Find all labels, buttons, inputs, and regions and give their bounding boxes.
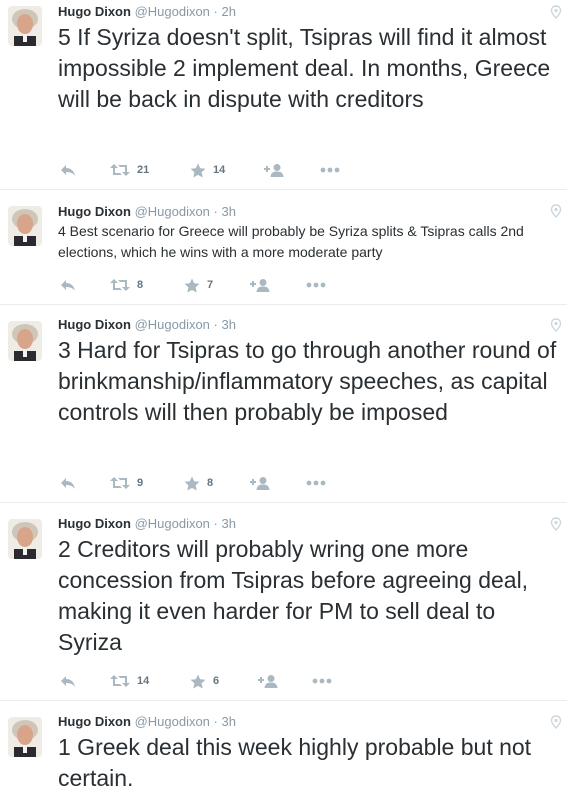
author-name[interactable]: Hugo Dixon xyxy=(58,714,131,729)
author-name[interactable]: Hugo Dixon xyxy=(58,4,131,19)
separator: · xyxy=(213,714,218,729)
separator: · xyxy=(213,4,218,19)
tweet-text: 1 Greek deal this week highly probable b… xyxy=(58,734,532,791)
tweet-text: 3 Hard for Tsipras to go through another… xyxy=(58,337,557,425)
retweet-button[interactable]: 9 xyxy=(110,473,143,493)
reply-icon xyxy=(61,676,75,687)
separator: · xyxy=(213,317,218,332)
follow-button[interactable] xyxy=(250,275,270,295)
reply-button[interactable] xyxy=(60,473,76,493)
favorite-count: 7 xyxy=(207,279,214,291)
retweet-count: 21 xyxy=(137,164,150,176)
reply-icon xyxy=(61,280,75,291)
tweet-header: Hugo Dixon @Hugodixon · 3h xyxy=(58,516,236,532)
avatar[interactable] xyxy=(8,6,42,46)
tweet-header: Hugo Dixon @Hugodixon · 3h xyxy=(58,317,236,333)
timestamp[interactable]: 3h xyxy=(222,714,236,729)
favorite-count: 8 xyxy=(207,477,214,489)
tweet-actions: 9 8 xyxy=(58,473,378,493)
reply-icon xyxy=(61,165,75,176)
star-icon xyxy=(184,278,200,292)
follow-icon xyxy=(250,278,270,292)
retweet-count: 14 xyxy=(137,675,150,687)
author-handle[interactable]: @Hugodixon xyxy=(135,516,210,531)
favorite-button[interactable]: 6 xyxy=(190,671,219,691)
author-handle[interactable]: @Hugodixon xyxy=(135,714,210,729)
tweet-actions: 8 7 xyxy=(58,275,378,295)
retweet-icon xyxy=(110,477,130,489)
favorite-button[interactable]: 8 xyxy=(184,473,213,493)
location-pin-icon xyxy=(550,5,562,19)
follow-icon xyxy=(258,674,278,688)
retweet-button[interactable]: 14 xyxy=(110,671,149,691)
author-name[interactable]: Hugo Dixon xyxy=(58,317,131,332)
favorite-count: 14 xyxy=(213,164,226,176)
more-icon xyxy=(306,282,326,288)
follow-icon xyxy=(264,163,284,177)
follow-icon xyxy=(250,476,270,490)
tweet-item[interactable]: Hugo Dixon @Hugodixon · 3h 4 Best scenar… xyxy=(0,190,567,305)
separator: · xyxy=(213,204,218,219)
favorite-button[interactable]: 7 xyxy=(184,275,213,295)
retweet-icon xyxy=(110,164,130,176)
tweet-item[interactable]: Hugo Dixon @Hugodixon · 3h 3 Hard for Ts… xyxy=(0,305,567,503)
author-handle[interactable]: @Hugodixon xyxy=(135,4,210,19)
more-icon xyxy=(306,480,326,486)
location-pin-icon xyxy=(550,318,562,332)
more-options-button[interactable] xyxy=(306,275,326,295)
reply-icon xyxy=(61,478,75,489)
retweet-button[interactable]: 8 xyxy=(110,275,143,295)
avatar[interactable] xyxy=(8,519,42,559)
location-pin-icon xyxy=(550,715,562,729)
tweet-text: 4 Best scenario for Greece will probably… xyxy=(58,223,524,260)
reply-button[interactable] xyxy=(60,671,76,691)
reply-button[interactable] xyxy=(60,275,76,295)
author-handle[interactable]: @Hugodixon xyxy=(135,317,210,332)
retweet-count: 9 xyxy=(137,477,144,489)
tweet-item[interactable]: Hugo Dixon @Hugodixon · 3h 2 Creditors w… xyxy=(0,503,567,701)
avatar[interactable] xyxy=(8,321,42,361)
tweet-text: 5 If Syriza doesn't split, Tsipras will … xyxy=(58,24,551,112)
timestamp[interactable]: 2h xyxy=(222,4,236,19)
more-options-button[interactable] xyxy=(312,671,332,691)
star-icon xyxy=(190,674,206,688)
follow-button[interactable] xyxy=(264,160,284,180)
tweet-header: Hugo Dixon @Hugodixon · 3h xyxy=(58,714,236,730)
more-icon xyxy=(312,678,332,684)
tweet-actions: 14 6 xyxy=(58,671,378,691)
tweet-actions: 21 14 xyxy=(58,160,378,180)
timestamp[interactable]: 3h xyxy=(222,317,236,332)
tweet-item[interactable]: Hugo Dixon @Hugodixon · 3h 1 Greek deal … xyxy=(0,701,567,798)
timestamp[interactable]: 3h xyxy=(222,204,236,219)
avatar[interactable] xyxy=(8,717,42,757)
tweet-header: Hugo Dixon @Hugodixon · 3h xyxy=(58,204,236,220)
avatar[interactable] xyxy=(8,206,42,246)
favorite-count: 6 xyxy=(213,675,220,687)
author-name[interactable]: Hugo Dixon xyxy=(58,516,131,531)
more-options-button[interactable] xyxy=(320,160,340,180)
retweet-button[interactable]: 21 xyxy=(110,160,149,180)
star-icon xyxy=(184,476,200,490)
follow-button[interactable] xyxy=(258,671,278,691)
tweet-header: Hugo Dixon @Hugodixon · 2h xyxy=(58,4,236,20)
reply-button[interactable] xyxy=(60,160,76,180)
star-icon xyxy=(190,163,206,177)
more-options-button[interactable] xyxy=(306,473,326,493)
retweet-icon xyxy=(110,675,130,687)
author-handle[interactable]: @Hugodixon xyxy=(135,204,210,219)
retweet-count: 8 xyxy=(137,279,144,291)
tweet-text: 2 Creditors will probably wring one more… xyxy=(58,536,529,655)
tweet-item[interactable]: Hugo Dixon @Hugodixon · 2h 5 If Syriza d… xyxy=(0,0,567,190)
location-pin-icon xyxy=(550,517,562,531)
location-pin-icon xyxy=(550,204,562,218)
favorite-button[interactable]: 14 xyxy=(190,160,225,180)
more-icon xyxy=(320,167,340,173)
follow-button[interactable] xyxy=(250,473,270,493)
separator: · xyxy=(213,516,218,531)
timestamp[interactable]: 3h xyxy=(222,516,236,531)
retweet-icon xyxy=(110,279,130,291)
author-name[interactable]: Hugo Dixon xyxy=(58,204,131,219)
